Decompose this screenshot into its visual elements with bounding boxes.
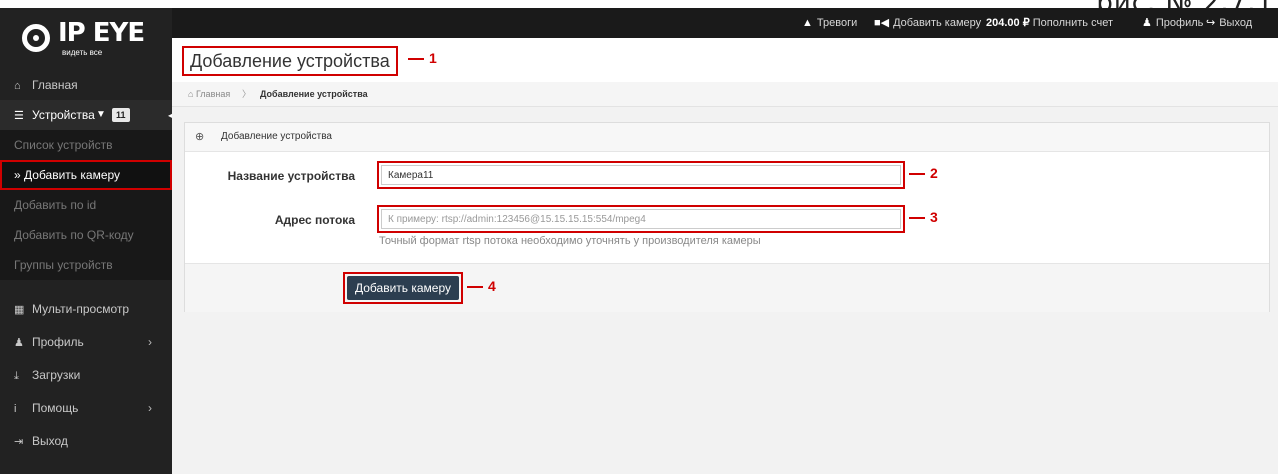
add-device-card: ⊕ Добавление устройства Название устройс… <box>184 122 1270 312</box>
sign-out-icon: ⇥ <box>14 436 24 448</box>
brand-name: IP EYE <box>58 18 145 48</box>
download-icon: ⤓ <box>14 370 19 382</box>
sidebar-item-device-groups[interactable]: Группы устройств <box>0 250 172 280</box>
brand-logo[interactable]: IP EYE видеть все <box>0 8 172 70</box>
submit-button-highlight: Добавить камеру <box>343 272 464 304</box>
callout-marker-4: 4 <box>467 278 496 294</box>
home-icon: ⌂ <box>14 80 21 92</box>
callout-marker-2: 2 <box>909 165 938 181</box>
page-title: Добавление устройства <box>182 46 398 76</box>
warning-icon: ▲ <box>802 17 813 29</box>
sidebar-item-add-by-id[interactable]: Добавить по id <box>0 190 172 220</box>
sidebar-item-help[interactable]: i Помощь › <box>0 393 172 423</box>
device-name-label: Название устройства <box>227 169 355 183</box>
info-icon: i <box>14 403 17 415</box>
main-content: Добавление устройства 1 ⌂ Главная 〉 Доба… <box>172 38 1278 474</box>
breadcrumb-separator: 〉 <box>242 89 252 99</box>
sidebar-item-add-by-qr[interactable]: Добавить по QR-коду <box>0 220 172 250</box>
logout-link[interactable]: ↪ Выход <box>1206 8 1252 38</box>
sidebar-item-add-camera[interactable]: » Добавить камеру <box>0 160 172 190</box>
stream-address-input[interactable] <box>381 209 901 229</box>
card-footer: Добавить камеру 4 <box>185 263 1269 312</box>
breadcrumb-home[interactable]: ⌂ Главная <box>188 82 230 106</box>
balance-amount: 204.00 ₽ <box>986 17 1030 29</box>
stream-address-help: Точный формат rtsp потока необходимо уто… <box>379 235 761 247</box>
page-header: Добавление устройства 1 <box>172 38 1278 83</box>
chevron-right-icon: › <box>148 401 152 415</box>
grid-icon: ▦ <box>14 304 25 316</box>
add-camera-button[interactable]: Добавить камеру <box>347 276 460 300</box>
breadcrumb-current: Добавление устройства <box>260 89 368 99</box>
topup-label: Пополнить счет <box>1032 17 1113 29</box>
user-icon: ♟ <box>1142 17 1152 29</box>
video-camera-icon: ■◀ <box>874 17 890 29</box>
list-icon: ☰ <box>14 110 24 122</box>
callout-marker-3: 3 <box>909 209 938 225</box>
chevron-down-icon: ▼ <box>96 109 106 120</box>
chevron-right-icon: › <box>148 335 152 349</box>
share-arrow-icon: ↪ <box>1206 17 1216 29</box>
home-icon: ⌂ <box>188 89 196 99</box>
stream-address-label: Адрес потока <box>274 213 355 227</box>
balance-topup-link[interactable]: 204.00 ₽ Пополнить счет <box>986 8 1113 38</box>
sidebar-item-downloads[interactable]: ⤓ Загрузки <box>0 360 172 390</box>
sidebar-item-multiview[interactable]: ▦ Мульти-просмотр <box>0 294 172 324</box>
sidebar-item-profile[interactable]: ♟ Профиль › <box>0 327 172 357</box>
sidebar-item-home[interactable]: ⌂ Главная <box>0 70 172 100</box>
callout-marker-1: 1 <box>408 50 437 66</box>
eye-logo-icon <box>22 24 50 52</box>
top-navbar: ▲ Тревоги ■◀ Добавить камеру 204.00 ₽ Попо… <box>0 8 1278 38</box>
sidebar: IP EYE видеть все ⌂ Главная ☰ Устройства ▼… <box>0 8 174 474</box>
alarms-link[interactable]: ▲ Тревоги <box>802 8 857 38</box>
sidebar-item-logout[interactable]: ⇥ Выход <box>0 426 172 456</box>
sidebar-item-device-list[interactable]: Список устройств <box>0 130 172 160</box>
plus-circle-icon: ⊕ <box>195 131 205 143</box>
add-camera-link[interactable]: ■◀ Добавить камеру <box>874 8 981 38</box>
breadcrumb: ⌂ Главная 〉 Добавление устройства <box>172 82 1278 107</box>
profile-link[interactable]: ♟ Профиль <box>1142 8 1203 38</box>
device-name-field-wrap <box>377 161 905 189</box>
card-title: Добавление устройства <box>221 131 332 142</box>
card-header: ⊕ Добавление устройства <box>185 123 1269 152</box>
device-count-badge: 11 <box>112 108 130 122</box>
user-icon: ♟ <box>14 337 24 349</box>
device-name-input[interactable] <box>381 165 901 185</box>
stream-address-field-wrap <box>377 205 905 233</box>
brand-tagline: видеть все <box>62 48 103 57</box>
sidebar-item-devices[interactable]: ☰Устройства ▼ 11 ◂ <box>0 100 174 130</box>
